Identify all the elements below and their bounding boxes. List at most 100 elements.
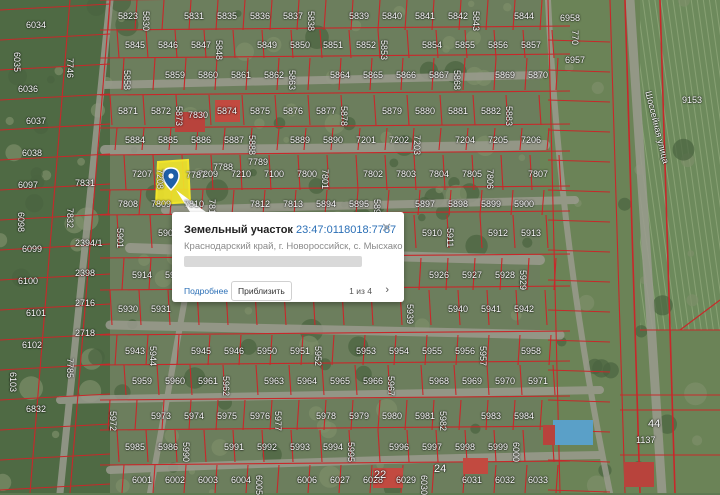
parcel-label[interactable]: 24 [434, 463, 446, 475]
parcel-label[interactable]: 5881 [448, 106, 468, 116]
parcel-label[interactable]: 5964 [297, 376, 317, 386]
parcel-label[interactable]: 5835 [217, 11, 237, 21]
parcel-label[interactable]: 5864 [330, 70, 350, 80]
parcel-label[interactable]: 6957 [565, 55, 585, 65]
parcel-label[interactable]: 5955 [422, 346, 442, 356]
parcel-label[interactable]: 5868 [452, 70, 462, 90]
parcel-label[interactable]: 1137 [636, 435, 655, 445]
parcel-label[interactable]: 5959 [132, 376, 152, 386]
parcel-label[interactable]: 6003 [198, 475, 218, 485]
parcel-label[interactable]: 6038 [22, 148, 42, 158]
parcel-label[interactable]: 5890 [323, 135, 343, 145]
parcel-label[interactable]: 5969 [462, 376, 482, 386]
parcel-label[interactable]: 5887 [224, 135, 244, 145]
parcel-label[interactable]: 7831 [75, 178, 95, 188]
parcel-label[interactable]: 5874 [217, 106, 237, 116]
parcel-label[interactable]: 5929 [518, 270, 528, 290]
parcel-label[interactable]: 5963 [264, 376, 284, 386]
parcel-label[interactable]: 5894 [316, 199, 336, 209]
parcel-label[interactable]: 5879 [382, 106, 402, 116]
parcel-label[interactable]: 5992 [257, 442, 277, 452]
parcel-label[interactable]: 2718 [75, 328, 95, 338]
parcel-label[interactable]: 6036 [18, 84, 38, 94]
parcel-label[interactable]: 6004 [231, 475, 251, 485]
parcel-label[interactable]: 7807 [528, 169, 548, 179]
parcel-label[interactable]: 5977 [273, 411, 283, 431]
parcel-label[interactable]: 5965 [330, 376, 350, 386]
parcel-label[interactable]: 5888 [247, 135, 257, 155]
parcel-label[interactable]: 6006 [297, 475, 317, 485]
parcel-label[interactable]: 5966 [363, 376, 383, 386]
parcel-label[interactable]: 5883 [504, 106, 514, 126]
parcel-label[interactable]: 5843 [471, 11, 481, 31]
parcel-label[interactable]: 7800 [297, 169, 317, 179]
parcel-label[interactable]: 2716 [75, 298, 95, 308]
parcel-label[interactable]: 5882 [481, 106, 501, 116]
parcel-label[interactable]: 5866 [396, 70, 416, 80]
parcel-label[interactable]: 7802 [363, 169, 383, 179]
parcel-label[interactable]: 6027 [330, 475, 350, 485]
parcel-label[interactable]: 5943 [125, 346, 145, 356]
parcel-label[interactable]: 5847 [191, 40, 211, 50]
parcel-label[interactable]: 5914 [132, 270, 152, 280]
parcel-label[interactable]: 7809 [151, 199, 171, 209]
parcel-label[interactable]: 5950 [257, 346, 277, 356]
parcel-label[interactable]: 5975 [217, 411, 237, 421]
parcel-label[interactable]: 5869 [495, 70, 515, 80]
parcel-label[interactable]: 5940 [448, 304, 468, 314]
parcel-label[interactable]: 5928 [495, 270, 515, 280]
parcel-label[interactable]: 5838 [306, 11, 316, 31]
parcel-label[interactable]: 44 [648, 418, 660, 430]
parcel-label[interactable]: 7205 [488, 135, 508, 145]
parcel-label[interactable]: 5982 [438, 411, 448, 431]
parcel-label[interactable]: 5848 [214, 40, 224, 60]
parcel-label[interactable]: 5958 [521, 346, 541, 356]
parcel-label[interactable]: 6832 [26, 404, 46, 414]
parcel-label[interactable]: 5857 [521, 40, 541, 50]
parcel-label[interactable]: 5997 [422, 442, 442, 452]
parcel-label[interactable]: 7806 [485, 169, 495, 189]
parcel-label[interactable]: 5981 [415, 411, 435, 421]
parcel-label[interactable]: 5880 [415, 106, 435, 116]
parcel-label[interactable]: 7203 [412, 135, 422, 155]
parcel-label[interactable]: 5991 [224, 442, 244, 452]
parcel-label[interactable]: 6098 [16, 212, 26, 232]
parcel-label[interactable]: 5972 [108, 411, 118, 431]
parcel-label[interactable]: 5942 [514, 304, 534, 314]
parcel-label[interactable]: 5889 [290, 135, 310, 145]
close-icon[interactable]: ✕ [381, 221, 392, 234]
parcel-label[interactable]: 5901 [115, 228, 125, 248]
parcel-label[interactable]: 7805 [462, 169, 482, 179]
parcel-label[interactable]: 5865 [363, 70, 383, 80]
parcel-label[interactable]: 5841 [415, 11, 435, 21]
parcel-label[interactable]: 2398 [75, 268, 95, 278]
parcel-label[interactable]: 5899 [481, 199, 501, 209]
parcel-label[interactable]: 5995 [346, 442, 356, 462]
parcel-label[interactable]: 5960 [165, 376, 185, 386]
parcel-label[interactable]: 5855 [455, 40, 475, 50]
parcel-label[interactable]: 5971 [528, 376, 548, 386]
parcel-label[interactable]: 5976 [250, 411, 270, 421]
parcel-label[interactable]: 6100 [18, 276, 38, 286]
parcel-label[interactable]: 9153 [682, 95, 702, 105]
parcel-label[interactable]: 5957 [478, 346, 488, 366]
parcel-label[interactable]: 5946 [224, 346, 244, 356]
parcel-label[interactable]: 6958 [560, 13, 580, 23]
parcel-label[interactable]: 5998 [455, 442, 475, 452]
parcel-label[interactable]: 5854 [422, 40, 442, 50]
parcel-label[interactable]: 5912 [488, 228, 508, 238]
parcel-label[interactable]: 5980 [382, 411, 402, 421]
parcel-label[interactable]: 6032 [495, 475, 515, 485]
parcel-label[interactable]: 7832 [65, 208, 75, 228]
parcel-label[interactable]: 5860 [198, 70, 218, 80]
parcel-label[interactable]: 5968 [429, 376, 449, 386]
parcel-label[interactable]: 5952 [313, 346, 323, 366]
parcel-label[interactable]: 5900 [514, 199, 534, 209]
parcel-label[interactable]: 5895 [349, 199, 369, 209]
parcel-label[interactable]: 5830 [141, 11, 151, 31]
parcel-label[interactable]: 5996 [389, 442, 409, 452]
parcel-label[interactable]: 5956 [455, 346, 475, 356]
parcel-label[interactable]: 5953 [356, 346, 376, 356]
parcel-label[interactable]: 6030 [419, 475, 429, 495]
parcel-label[interactable]: 5875 [250, 106, 270, 116]
